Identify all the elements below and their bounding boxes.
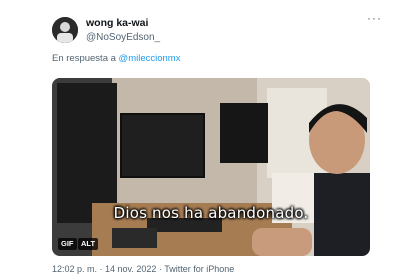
- reply-prefix: En respuesta a: [52, 53, 116, 64]
- media-gif[interactable]: Dios nos ha abandonado. GIF ALT: [52, 78, 370, 256]
- gif-frame: [52, 78, 370, 256]
- gif-badge: GIF: [58, 238, 77, 250]
- reply-mention-link[interactable]: @mileccionmx: [119, 53, 181, 64]
- tweet-card: wong ka-wai @NoSoyEdson_ ··· En respuest…: [0, 0, 420, 280]
- alt-badge[interactable]: ALT: [78, 238, 99, 250]
- more-horizontal-icon[interactable]: ···: [367, 12, 382, 24]
- user-handle[interactable]: @NoSoyEdson_: [86, 31, 160, 45]
- author-block[interactable]: wong ka-wai @NoSoyEdson_: [86, 15, 160, 45]
- avatar-image: [52, 17, 78, 43]
- gif-caption: Dios nos ha abandonado.: [113, 204, 309, 222]
- display-name[interactable]: wong ka-wai: [86, 17, 148, 29]
- reply-context: En respuesta a @mileccionmx: [52, 53, 180, 64]
- tweet-timestamp[interactable]: 12:02 p. m. · 14 nov. 2022 · Twitter for…: [52, 264, 234, 274]
- avatar[interactable]: [52, 17, 78, 43]
